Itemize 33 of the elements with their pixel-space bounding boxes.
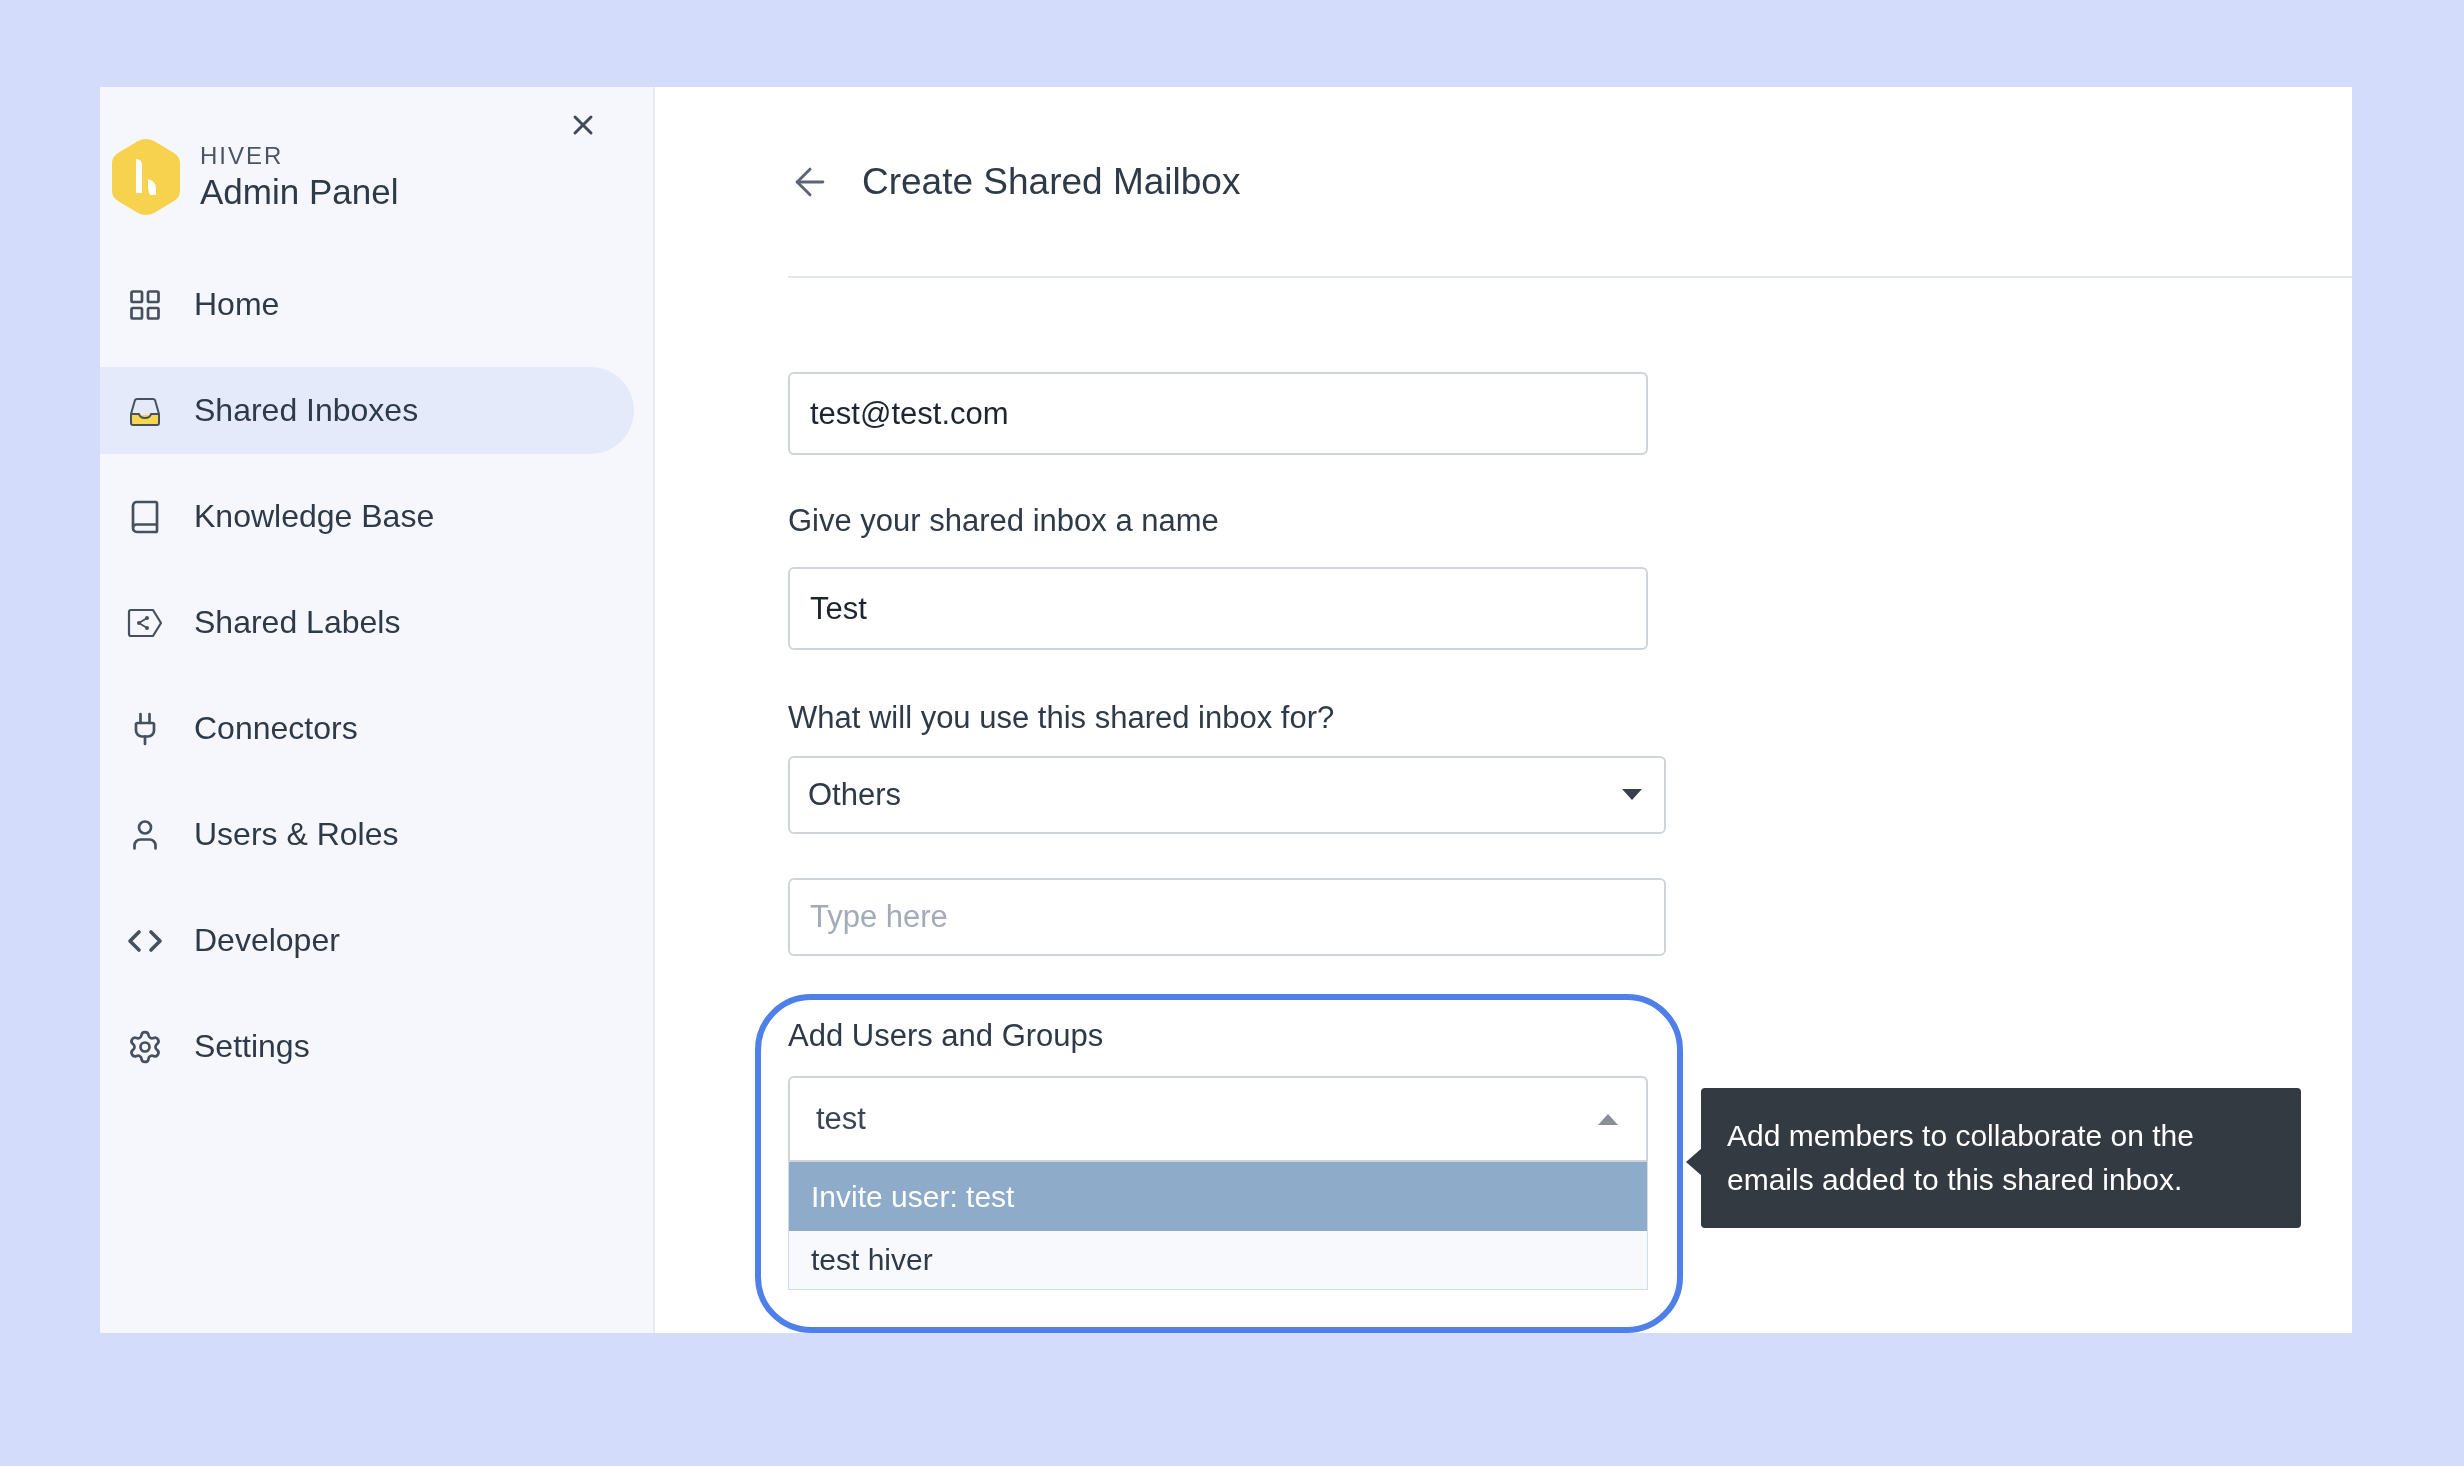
sidebar-item-label: Shared Labels [194, 604, 401, 641]
sidebar-item-label: Knowledge Base [194, 498, 435, 535]
page-title: Create Shared Mailbox [862, 160, 1241, 203]
sidebar-item-label: Shared Inboxes [194, 392, 419, 429]
sidebar-item[interactable]: Developer [100, 897, 634, 984]
sidebar-item[interactable]: Users & Roles [100, 791, 634, 878]
sidebar-item-label: Connectors [194, 710, 358, 747]
brand-name: HIVER [200, 142, 285, 170]
sidebar-item[interactable]: Knowledge Base [100, 473, 634, 560]
purpose-detail-field[interactable]: Type here [788, 878, 1666, 956]
email-field[interactable]: test@test.com [788, 372, 1648, 455]
field-label: What will you use this shared inbox for? [788, 700, 1336, 736]
field-label: Give your shared inbox a name [788, 503, 1220, 539]
name-field[interactable]: Test [788, 567, 1648, 650]
members-combobox[interactable]: test [788, 1076, 1648, 1162]
sidebar-item-label: Users & Roles [194, 816, 399, 853]
sidebar-item-label: Home [194, 286, 280, 323]
select-value: Others [808, 777, 902, 813]
panel-title: Admin Panel [200, 172, 399, 212]
sidebar-item[interactable]: Settings [100, 1003, 634, 1090]
caret-icon[interactable] [1622, 789, 1642, 801]
sidebar-item[interactable]: Shared Labels [100, 579, 634, 666]
sidebar-item-label: Settings [194, 1028, 310, 1065]
sidebar-item[interactable]: Connectors [100, 685, 634, 772]
dropdown-option[interactable]: test hiver [789, 1231, 1647, 1289]
purpose-select[interactable]: Others [788, 756, 1666, 834]
combobox-input[interactable]: test [816, 1101, 1416, 1137]
hexagon-logo-icon [110, 137, 182, 217]
tooltip: Add members to collaborate on the emails added to this shared inbox. [1701, 1088, 2301, 1228]
sidebar-item[interactable]: Shared Inboxes [100, 367, 634, 454]
sidebar-item-label: Developer [194, 922, 340, 959]
field-label: Add Users and Groups [788, 1018, 1105, 1054]
sidebar-item[interactable]: Home [100, 261, 634, 348]
